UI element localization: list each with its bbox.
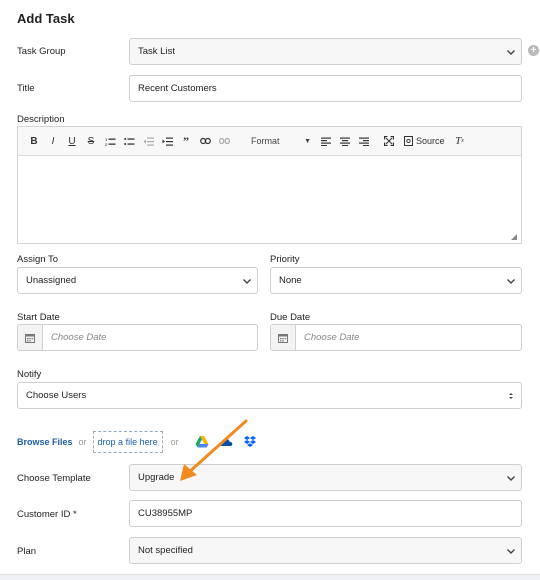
notify-select[interactable]: Choose Users	[17, 382, 522, 409]
browse-files-link[interactable]: Browse Files	[17, 437, 73, 447]
notify-label: Notify	[17, 369, 42, 380]
task-group-label: Task Group	[17, 46, 66, 57]
chevron-down-icon	[237, 276, 257, 286]
plan-select[interactable]: Not specified	[129, 537, 522, 564]
assign-to-label: Assign To	[17, 254, 59, 265]
sort-updown-icon	[501, 391, 521, 401]
indent-icon[interactable]	[159, 132, 175, 150]
add-task-group-icon[interactable]: +	[528, 45, 539, 56]
format-dropdown[interactable]: Format ▼	[247, 132, 315, 150]
strikethrough-button[interactable]: S	[83, 132, 99, 150]
title-value: Recent Customers	[138, 83, 217, 94]
link-icon[interactable]	[197, 132, 213, 150]
priority-select[interactable]: None	[270, 267, 522, 294]
align-center-icon[interactable]	[337, 132, 353, 150]
due-date-input[interactable]: Choose Date	[270, 324, 522, 351]
description-editor[interactable]: B I U S 12 ” Format ▼ Source Tx	[17, 126, 522, 244]
source-button[interactable]: Source	[404, 132, 445, 150]
start-date-placeholder: Choose Date	[51, 332, 107, 343]
customer-id-value: CU38955MP	[138, 508, 193, 519]
plan-label: Plan	[17, 546, 37, 557]
remove-format-icon[interactable]: Tx	[452, 132, 468, 150]
resize-handle[interactable]	[511, 234, 517, 240]
source-label: Source	[416, 136, 445, 146]
description-label: Description	[17, 114, 65, 125]
caret-down-icon: ▼	[304, 137, 311, 145]
task-group-select[interactable]: Task List	[129, 38, 522, 65]
italic-button[interactable]: I	[45, 132, 61, 150]
chevron-down-icon	[501, 47, 521, 57]
align-left-icon[interactable]	[318, 132, 334, 150]
assign-to-select[interactable]: Unassigned	[17, 267, 258, 294]
underline-button[interactable]: U	[64, 132, 80, 150]
svg-text:2: 2	[105, 142, 108, 146]
task-group-value: Task List	[138, 46, 175, 57]
due-date-label: Due Date	[270, 312, 311, 323]
title-input[interactable]: Recent Customers	[129, 75, 522, 102]
dialog-title: Add Task	[17, 11, 75, 26]
chevron-down-icon	[501, 546, 521, 556]
blockquote-icon[interactable]: ”	[178, 132, 194, 150]
bottom-bar	[0, 574, 540, 580]
assign-to-value: Unassigned	[26, 275, 77, 286]
notify-value: Choose Users	[26, 390, 87, 401]
customer-id-input[interactable]: CU38955MP	[129, 500, 522, 527]
annotation-arrow-icon	[180, 419, 248, 481]
chevron-down-icon	[501, 276, 521, 286]
title-label: Title	[17, 83, 35, 94]
start-date-label: Start Date	[17, 312, 60, 323]
priority-label: Priority	[270, 254, 300, 265]
outdent-icon[interactable]	[140, 132, 156, 150]
or-text: or	[78, 437, 87, 447]
chevron-down-icon	[501, 473, 521, 483]
calendar-icon[interactable]	[18, 325, 43, 350]
due-date-placeholder: Choose Date	[304, 332, 360, 343]
maximize-icon[interactable]	[381, 132, 397, 150]
bulleted-list-icon[interactable]	[121, 132, 137, 150]
priority-value: None	[279, 275, 302, 286]
editor-toolbar: B I U S 12 ” Format ▼ Source Tx	[18, 127, 521, 156]
format-label: Format	[251, 136, 280, 146]
choose-template-label: Choose Template	[17, 473, 91, 484]
start-date-input[interactable]: Choose Date	[17, 324, 258, 351]
align-right-icon[interactable]	[356, 132, 372, 150]
drop-zone[interactable]: drop a file here	[92, 431, 163, 453]
numbered-list-icon[interactable]: 12	[102, 132, 118, 150]
customer-id-label: Customer ID *	[17, 509, 77, 520]
bold-button[interactable]: B	[26, 132, 42, 150]
unlink-icon[interactable]	[216, 132, 232, 150]
calendar-icon[interactable]	[271, 325, 296, 350]
plan-value: Not specified	[138, 545, 193, 556]
